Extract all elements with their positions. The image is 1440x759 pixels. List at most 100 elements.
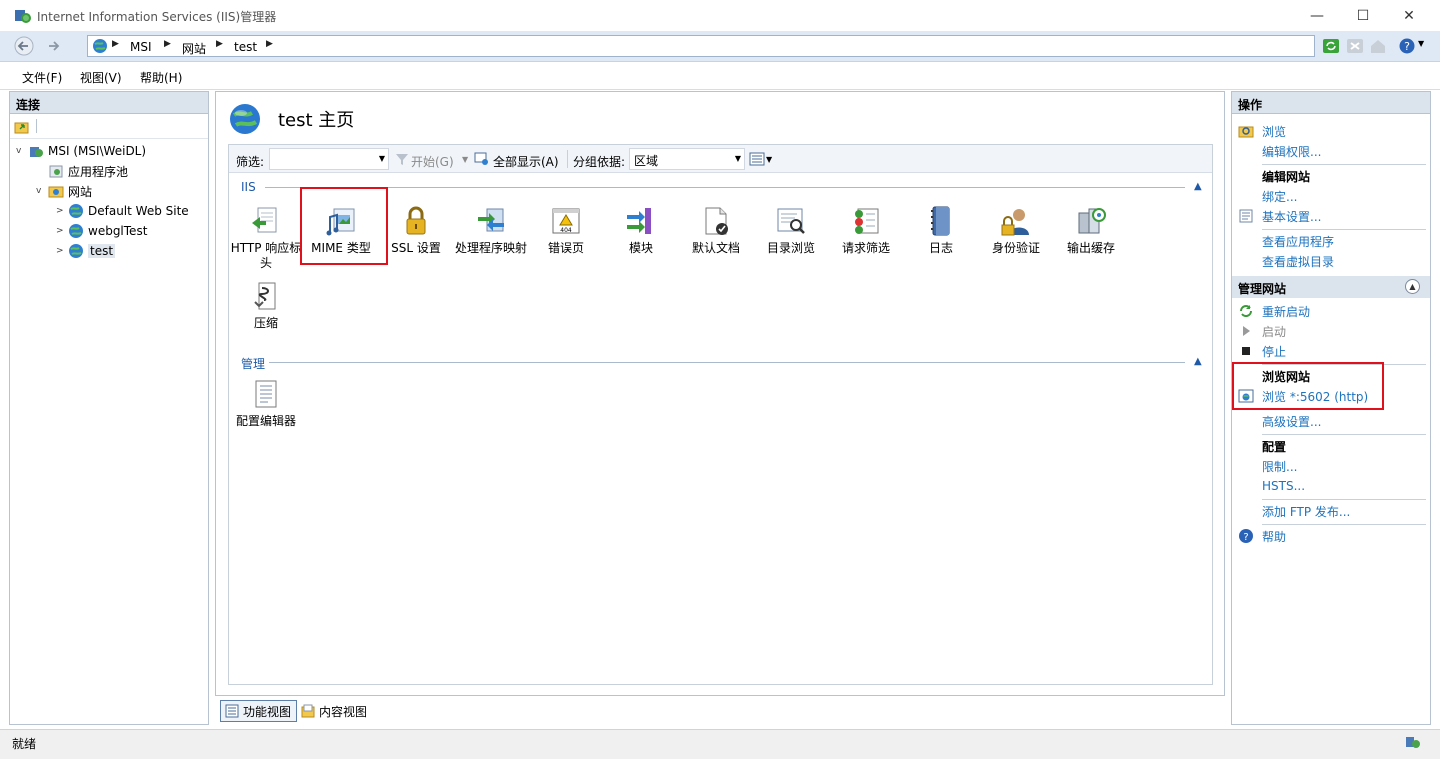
feature-logging[interactable]: 日志 <box>904 205 978 256</box>
action-browse[interactable]: 浏览 <box>1238 122 1286 140</box>
tree-expander[interactable]: v <box>16 146 28 156</box>
collapse-iis-icon[interactable]: ▲ <box>1194 181 1202 192</box>
feature-modules[interactable]: 模块 <box>604 205 678 256</box>
feature-label: 输出缓存 <box>1066 241 1115 255</box>
highlight-mime-types <box>300 187 388 265</box>
chevron-down-icon[interactable]: ▼ <box>379 154 385 163</box>
feature-compression[interactable]: 压缩 <box>229 280 303 331</box>
breadcrumb-sites[interactable]: 网站 <box>182 40 206 57</box>
breadcrumb-separator: ▶ <box>266 39 273 49</box>
feature-label: 压缩 <box>253 316 278 330</box>
address-bar[interactable]: ▶ MSI ▶ 网站 ▶ test ▶ <box>87 35 1315 57</box>
help-icon[interactable]: ? <box>1398 37 1416 55</box>
folder-globe-icon <box>48 186 64 198</box>
help-icon: ? <box>1239 529 1253 543</box>
chevron-down-icon: ▼ <box>462 155 469 164</box>
maximize-button[interactable]: ☐ <box>1340 0 1386 31</box>
tree-expander[interactable]: v <box>36 186 48 196</box>
log-book-icon <box>931 206 950 236</box>
action-restart[interactable]: 重新启动 <box>1238 302 1310 320</box>
home-icon[interactable] <box>1369 37 1387 55</box>
tree-expander[interactable]: > <box>56 246 68 256</box>
stop-icon[interactable] <box>1346 37 1364 55</box>
action-limits[interactable]: 限制... <box>1262 457 1297 475</box>
connect-icon[interactable] <box>14 120 30 134</box>
minimize-button[interactable]: — <box>1294 0 1340 31</box>
forward-button[interactable] <box>42 35 66 57</box>
chevron-up-icon[interactable]: ▲ <box>1405 279 1420 294</box>
action-add-ftp[interactable]: 添加 FTP 发布... <box>1262 502 1350 520</box>
tree-node-app-pools[interactable]: 应用程序池 <box>36 161 128 181</box>
tree-node-sites[interactable]: v 网站 <box>36 181 92 201</box>
menu-view[interactable]: 视图(V) <box>80 69 122 86</box>
globe-icon <box>93 39 107 53</box>
feature-error-pages[interactable]: 404 错误页 <box>529 205 603 256</box>
window-title: Internet Information Services (IIS)管理器 <box>37 10 277 24</box>
breadcrumb-separator: ▶ <box>216 39 223 49</box>
modules-icon <box>627 208 651 234</box>
feature-directory-browsing[interactable]: 目录浏览 <box>754 205 828 256</box>
tree-node-label: test <box>88 244 116 258</box>
feature-default-document[interactable]: 默认文档 <box>679 205 753 256</box>
default-document-icon <box>705 207 728 235</box>
tree-expander[interactable]: > <box>56 226 68 236</box>
action-bindings[interactable]: 绑定... <box>1262 187 1297 205</box>
menu-help[interactable]: 帮助(H) <box>140 69 182 86</box>
feature-output-caching[interactable]: 输出缓存 <box>1054 205 1128 256</box>
feature-request-filtering[interactable]: 请求筛选 <box>829 205 903 256</box>
tab-content-view[interactable]: 内容视图 <box>297 700 377 722</box>
show-all-button[interactable]: 全部显示(A) <box>493 153 559 170</box>
tree-node-label: MSI (MSI\WeiDL) <box>48 144 147 158</box>
feature-config-editor[interactable]: 配置编辑器 <box>229 378 303 429</box>
chevron-down-icon[interactable]: ▼ <box>735 154 741 163</box>
actions-panel: 操作 浏览 编辑权限... 编辑网站 绑定... 基本设置... 查看应用程序 … <box>1231 91 1431 725</box>
action-hsts[interactable]: HSTS... <box>1262 477 1305 495</box>
compression-icon <box>254 282 276 310</box>
funnel-icon <box>396 154 408 165</box>
arrow-left-icon <box>14 36 34 56</box>
collapse-management-icon[interactable]: ▲ <box>1194 356 1202 367</box>
highlight-browse-site <box>1232 362 1384 410</box>
globe-icon <box>69 204 83 218</box>
action-view-applications[interactable]: 查看应用程序 <box>1262 232 1334 250</box>
start-button[interactable]: 开始(G) <box>411 153 454 170</box>
feature-label: 请求筛选 <box>841 241 890 255</box>
tree-node-label: 应用程序池 <box>68 164 129 179</box>
tree-node-test[interactable]: > test <box>56 241 116 261</box>
feature-label: 配置编辑器 <box>235 414 296 428</box>
filter-input[interactable]: ▼ <box>269 148 389 170</box>
close-button[interactable]: ✕ <box>1386 0 1432 31</box>
action-help[interactable]: ? 帮助 <box>1238 527 1286 545</box>
action-stop[interactable]: 停止 <box>1238 342 1286 360</box>
feature-label: 日志 <box>928 241 953 255</box>
feature-handler-mappings[interactable]: 处理程序映射 <box>454 205 528 256</box>
tree-expander[interactable]: > <box>56 206 68 216</box>
tab-features-view[interactable]: 功能视图 <box>220 700 297 722</box>
breadcrumb-test[interactable]: test <box>234 40 257 54</box>
chevron-down-icon[interactable]: ▼ <box>1418 39 1424 48</box>
tree-node-webgltest[interactable]: > webglTest <box>56 221 147 241</box>
action-view-virtual-dirs[interactable]: 查看虚拟目录 <box>1262 252 1334 270</box>
show-all-icon <box>474 152 488 165</box>
chevron-down-icon[interactable]: ▼ <box>766 155 772 164</box>
menu-file[interactable]: 文件(F) <box>22 69 62 86</box>
page-title: test 主页 <box>278 110 355 131</box>
view-mode-icon[interactable] <box>749 152 765 166</box>
breadcrumb-msi[interactable]: MSI <box>130 40 152 54</box>
group-by-select[interactable]: 区域 ▼ <box>629 148 745 170</box>
feature-label: 模块 <box>628 241 653 255</box>
feature-http-headers[interactable]: HTTP 响应标头 <box>229 205 303 271</box>
action-label: 浏览 <box>1262 124 1287 139</box>
stop-square-icon <box>1242 347 1250 355</box>
action-edit-permissions[interactable]: 编辑权限... <box>1262 142 1321 160</box>
back-button[interactable] <box>12 35 36 57</box>
feature-authentication[interactable]: 身份验证 <box>979 205 1053 256</box>
action-label: 查看虚拟目录 <box>1262 254 1335 269</box>
feature-label: 错误页 <box>547 241 584 255</box>
tree-node-default-site[interactable]: > Default Web Site <box>56 201 189 221</box>
refresh-icon[interactable] <box>1322 37 1340 55</box>
tree-node-server[interactable]: v MSI (MSI\WeiDL) <box>16 141 146 161</box>
action-advanced-settings[interactable]: 高级设置... <box>1262 412 1321 430</box>
action-basic-settings[interactable]: 基本设置... <box>1238 207 1321 225</box>
feature-ssl-settings[interactable]: SSL 设置 <box>379 205 453 256</box>
